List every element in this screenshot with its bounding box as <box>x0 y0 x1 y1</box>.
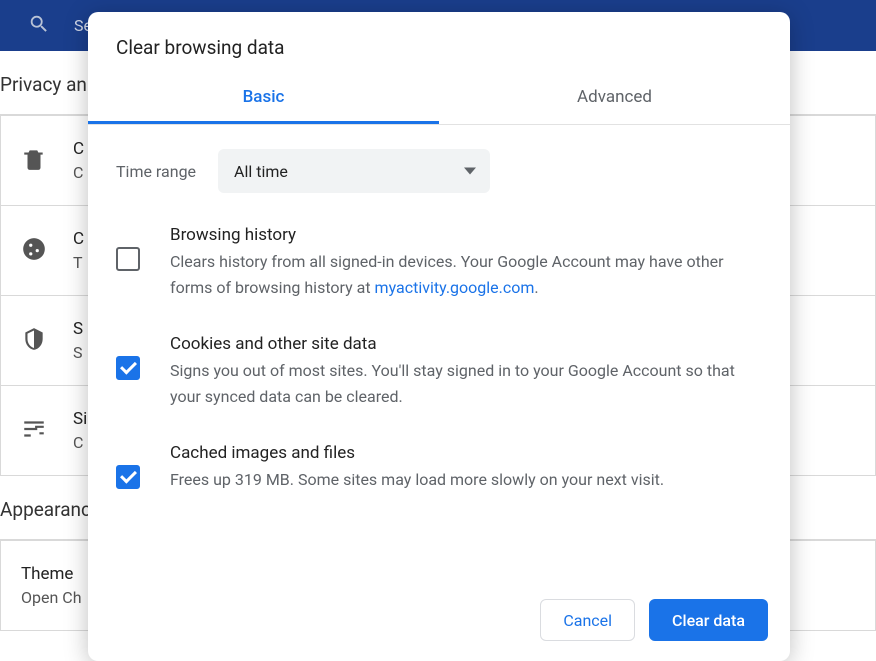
option-desc: Frees up 319 MB. Some sites may load mor… <box>170 467 762 493</box>
clear-browsing-data-dialog: Clear browsing data Basic Advanced Time … <box>88 12 790 661</box>
option-browsing-history: Browsing history Clears history from all… <box>116 225 762 302</box>
option-desc: Clears history from all signed-in device… <box>170 249 762 302</box>
timerange-value: All time <box>234 162 288 181</box>
option-cache: Cached images and files Frees up 319 MB.… <box>116 443 762 493</box>
option-title: Cookies and other site data <box>170 334 762 354</box>
option-title: Browsing history <box>170 225 762 245</box>
timerange-label: Time range <box>116 162 196 181</box>
dialog-footer: Cancel Clear data <box>88 599 790 661</box>
chevron-down-icon <box>464 168 476 175</box>
timerange-row: Time range All time <box>116 149 762 193</box>
checkbox-cookies[interactable] <box>116 356 140 380</box>
timerange-select[interactable]: All time <box>218 149 490 193</box>
tab-advanced[interactable]: Advanced <box>439 77 790 124</box>
dialog-title: Clear browsing data <box>88 12 790 77</box>
myactivity-link[interactable]: myactivity.google.com <box>375 278 535 297</box>
checkbox-browsing-history[interactable] <box>116 247 140 271</box>
dialog-tabs: Basic Advanced <box>88 77 790 125</box>
option-title: Cached images and files <box>170 443 762 463</box>
option-desc: Signs you out of most sites. You'll stay… <box>170 358 762 411</box>
option-cookies: Cookies and other site data Signs you ou… <box>116 334 762 411</box>
cancel-button[interactable]: Cancel <box>540 599 635 641</box>
tab-basic[interactable]: Basic <box>88 77 439 124</box>
clear-data-button[interactable]: Clear data <box>649 599 768 641</box>
checkbox-cache[interactable] <box>116 465 140 489</box>
dialog-body: Time range All time Browsing history Cle… <box>88 125 790 599</box>
